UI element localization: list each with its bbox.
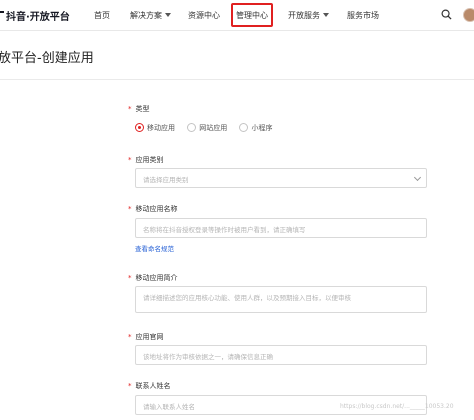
radio-website-app[interactable]: 网站应用 [187,123,227,133]
nav-solutions[interactable]: 解决方案 [130,10,171,21]
contact-label-text: 联系人姓名 [135,382,171,390]
nav-resources-label: 资源中心 [188,11,220,20]
required-mark: * [128,156,132,164]
radio-mobile-app[interactable]: 移动应用 [135,123,175,133]
radio-website-app-label: 网站应用 [199,124,228,132]
nav-home[interactable]: 首页 [94,10,110,21]
website-label-text: 应用官网 [135,333,164,341]
category-placeholder: 请选择应用类别 [143,176,189,184]
intro-label: * 移动应用简介 [128,273,178,283]
title-bar: 放平台-创建应用 [0,31,474,80]
required-mark: * [128,382,132,390]
nav-management-label: 管理中心 [236,11,268,20]
nav-home-label: 首页 [94,11,110,20]
required-mark: * [128,333,132,341]
nav-marketplace-label: 服务市场 [347,11,379,20]
required-mark: * [128,205,132,213]
create-app-form: * 类型 移动应用 网站应用 小程序 * 应用类别 请选择应用类别 * 移动应用名称 … [0,80,474,420]
brand-logo[interactable]: 抖音·开放平台 [0,8,70,23]
chevron-down-icon [413,173,422,182]
radio-mini-program-label: 小程序 [251,124,273,132]
radio-mini-program[interactable]: 小程序 [239,123,272,133]
watermark: https://blog.csdn.net/..._____10053.20 [340,403,454,410]
type-label-text: 类型 [135,105,150,113]
chevron-down-icon [165,13,171,17]
avatar[interactable] [463,8,474,22]
required-mark: * [128,105,132,113]
nav-resources[interactable]: 资源中心 [188,10,220,21]
contact-label: * 联系人姓名 [128,381,171,391]
nav-marketplace[interactable]: 服务市场 [347,10,379,21]
radio-icon [187,123,197,132]
type-radio-group: 移动应用 网站应用 小程序 [135,123,282,133]
radio-icon [239,123,249,132]
required-mark: * [128,274,132,282]
logo-icon [0,11,4,21]
radio-checked-icon [135,123,144,132]
app-name-label-text: 移动应用名称 [135,205,178,213]
website-input[interactable]: 该地址将作为审核依据之一，请确保信息正确 [135,345,427,365]
category-label-text: 应用类别 [135,156,164,164]
app-name-placeholder: 名称将在抖音授权登录等操作时被用户看到，请正确填写 [143,226,306,234]
search-icon[interactable] [441,9,452,20]
type-label: * 类型 [128,104,150,114]
app-name-label: * 移动应用名称 [128,204,178,214]
category-select[interactable]: 请选择应用类别 [135,168,427,188]
nav-solutions-label: 解决方案 [130,11,162,20]
nav-management[interactable]: 管理中心 [231,3,273,27]
intro-textarea[interactable]: 请详细描述您的应用核心功能、使用人群，以及预期接入目标，以便审核 [135,286,427,313]
nav-open-services-label: 开放服务 [288,11,320,20]
app-name-input[interactable]: 名称将在抖音授权登录等操作时被用户看到，请正确填写 [135,218,427,238]
brand-name: 抖音·开放平台 [6,12,70,23]
website-label: * 应用官网 [128,332,164,342]
chevron-down-icon [323,13,329,17]
naming-rules-link[interactable]: 查看命名规范 [135,243,174,253]
radio-mobile-app-label: 移动应用 [147,124,175,132]
contact-placeholder: 请输入联系人姓名 [143,403,195,411]
page-title: 放平台-创建应用 [0,51,94,66]
website-placeholder: 该地址将作为审核依据之一，请确保信息正确 [143,353,273,361]
intro-label-text: 移动应用简介 [135,274,178,282]
nav-open-services[interactable]: 开放服务 [288,10,329,21]
intro-placeholder: 请详细描述您的应用核心功能、使用人群，以及预期接入目标，以便审核 [143,294,351,302]
top-nav: 抖音·开放平台 首页 解决方案 资源中心 管理中心 开放服务 服务市场 [0,0,474,31]
category-label: * 应用类别 [128,155,164,165]
